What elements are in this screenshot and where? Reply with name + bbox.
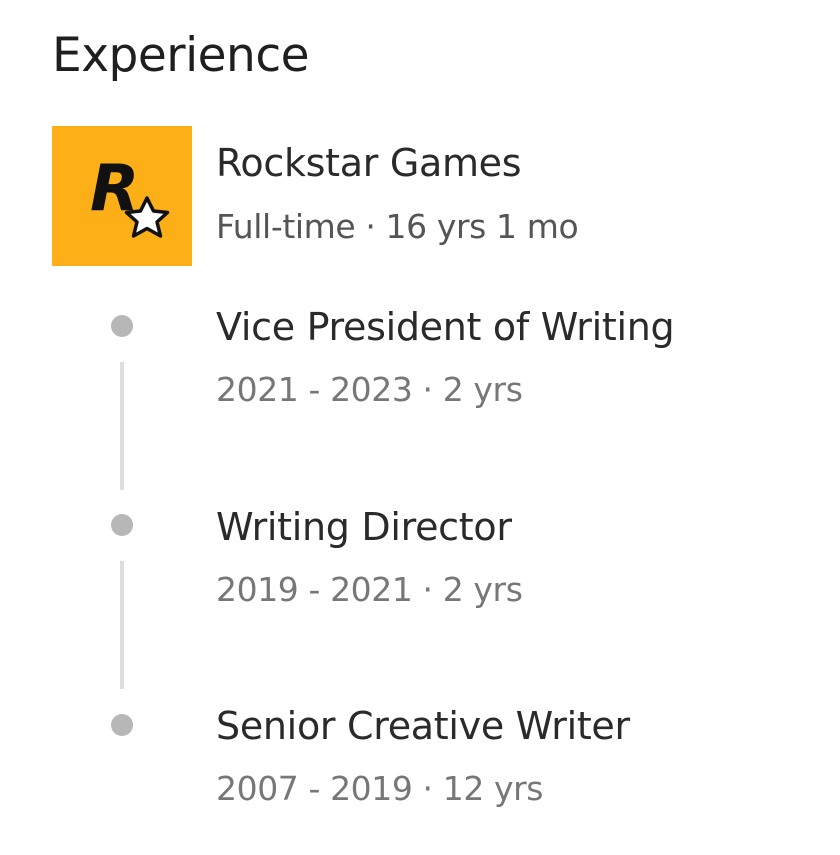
timeline-connector — [120, 362, 124, 490]
timeline-dot — [111, 714, 133, 736]
timeline-dot — [111, 315, 133, 337]
section-title: Experience — [52, 28, 310, 83]
role-title[interactable]: Vice President of Writing — [216, 305, 675, 349]
timeline-connector — [120, 561, 124, 689]
role-title[interactable]: Senior Creative Writer — [216, 704, 630, 748]
role-dates: 2021 - 2023 · 2 yrs — [216, 370, 523, 409]
rockstar-logo-graphic: R — [90, 152, 170, 238]
role-dates: 2019 - 2021 · 2 yrs — [216, 570, 523, 609]
timeline-dot — [111, 514, 133, 536]
rockstar-logo-icon[interactable]: R — [52, 126, 192, 266]
company-employment-meta: Full-time · 16 yrs 1 mo — [216, 207, 579, 246]
company-name[interactable]: Rockstar Games — [216, 141, 522, 185]
role-dates: 2007 - 2019 · 12 yrs — [216, 769, 544, 808]
role-title[interactable]: Writing Director — [216, 505, 512, 549]
